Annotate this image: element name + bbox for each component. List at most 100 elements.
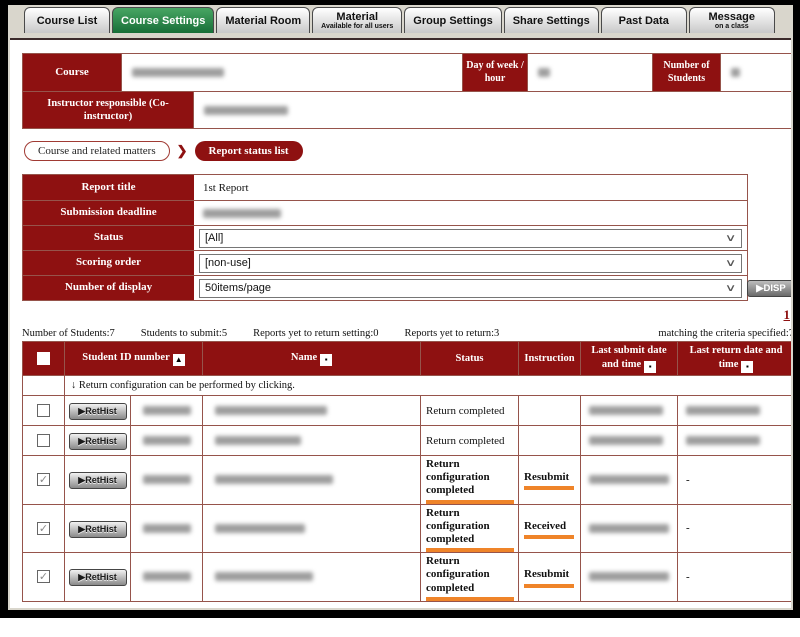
display-count-label: Number of display	[23, 276, 194, 300]
tab-past-data[interactable]: Past Data	[601, 7, 687, 33]
instruction-highlight-underline	[524, 584, 574, 588]
last-submit-redacted	[581, 553, 678, 602]
report-status-table: Student ID number▲ Name▪ Status Instruct…	[22, 341, 791, 602]
breadcrumb-course-related[interactable]: Course and related matters	[24, 141, 170, 161]
student-id-redacted	[131, 426, 203, 456]
last-return-redacted	[678, 396, 792, 426]
row-checkbox-checked[interactable]: ✓	[37, 473, 50, 486]
name-header: Name▪	[203, 342, 421, 376]
course-value-redacted	[122, 54, 463, 91]
submission-deadline-label: Submission deadline	[23, 201, 194, 225]
scoring-order-select[interactable]: [non-use] ∨	[199, 254, 742, 273]
tab-group-settings[interactable]: Group Settings	[404, 7, 501, 33]
student-name-redacted[interactable]	[203, 504, 421, 553]
report-title-row: Report title 1st Report	[23, 175, 747, 200]
instruction-highlight-underline	[524, 535, 574, 539]
last-submit-header: Last submit date and time▪	[581, 342, 678, 376]
last-return-header: Last return date and time▪	[678, 342, 792, 376]
breadcrumb: Course and related matters ❯ Report stat…	[24, 138, 781, 163]
last-submit-redacted	[581, 396, 678, 426]
table-note-row: ↓ Return configuration can be performed …	[23, 376, 792, 396]
select-all-header	[23, 342, 65, 376]
student-name-redacted[interactable]	[203, 456, 421, 505]
tab-message[interactable]: Messageon a class	[689, 7, 775, 33]
students-count-label: Number of Students	[653, 54, 721, 91]
summary-line: Number of Students:7 Students to submit:…	[22, 324, 791, 339]
last-return-redacted	[678, 426, 792, 456]
day-of-week-value-redacted	[528, 54, 653, 91]
tab-material-room[interactable]: Material Room	[216, 7, 310, 33]
instruction-cell	[519, 426, 581, 456]
tab-course-list[interactable]: Course List	[24, 7, 110, 33]
student-id-redacted	[131, 456, 203, 505]
row-checkbox[interactable]	[37, 434, 50, 447]
table-row: ▶RetHist Return completed	[23, 426, 792, 456]
rethist-button[interactable]: ▶RetHist	[69, 472, 127, 489]
submission-deadline-value-redacted	[194, 201, 747, 225]
summary-matching: matching the criteria specified:7	[658, 328, 791, 339]
course-info-row-1: Course Day of week / hour Number of Stud…	[23, 54, 791, 91]
page-1-link-top[interactable]: 1	[784, 307, 792, 322]
filter-section: Report title 1st Report Submission deadl…	[22, 174, 791, 301]
tab-share-settings[interactable]: Share Settings	[504, 7, 599, 33]
select-all-checkbox[interactable]	[37, 352, 50, 365]
row-checkbox-checked[interactable]: ✓	[37, 570, 50, 583]
pagination-bottom: 1	[22, 604, 791, 608]
tab-course-settings[interactable]: Course Settings	[112, 7, 214, 33]
instruction-highlight-underline	[524, 486, 574, 490]
status-highlight-underline	[426, 548, 514, 552]
instructor-value-redacted	[194, 92, 791, 128]
student-id-redacted	[131, 504, 203, 553]
instruction-header: Instruction	[519, 342, 581, 376]
display-count-select[interactable]: 50items/page ∨	[199, 279, 742, 298]
chevron-down-icon: ∨	[724, 283, 736, 294]
disp-button[interactable]: ▶DISP	[747, 280, 791, 297]
status-select[interactable]: [All] ∨	[199, 229, 742, 248]
status-cell: Return configuration completed	[421, 505, 518, 547]
status-filter-label: Status	[23, 226, 194, 250]
sort-icon[interactable]: ▪	[644, 361, 656, 373]
student-id-redacted	[131, 553, 203, 602]
day-of-week-label: Day of week / hour	[463, 54, 528, 91]
last-submit-redacted	[581, 456, 678, 505]
tab-material[interactable]: MaterialAvailable for all users	[312, 7, 402, 33]
status-header: Status	[421, 342, 519, 376]
sort-asc-icon[interactable]: ▲	[173, 354, 185, 366]
rethist-button[interactable]: ▶RetHist	[69, 403, 127, 420]
row-checkbox[interactable]	[37, 404, 50, 417]
rethist-button[interactable]: ▶RetHist	[69, 521, 127, 538]
instructor-label: Instructor responsible (Co-instructor)	[23, 92, 194, 128]
sort-icon[interactable]: ▪	[741, 361, 753, 373]
pagination-top: 1	[22, 306, 791, 323]
report-title-label: Report title	[23, 175, 194, 200]
instruction-cell: Resubmit	[519, 469, 580, 484]
status-filter-row: Status [All] ∨	[23, 225, 747, 250]
row-checkbox-checked[interactable]: ✓	[37, 522, 50, 535]
rethist-button[interactable]: ▶RetHist	[69, 433, 127, 450]
course-info-table: Course Day of week / hour Number of Stud…	[22, 53, 791, 129]
sort-icon[interactable]: ▪	[320, 354, 332, 366]
rethist-button[interactable]: ▶RetHist	[69, 569, 127, 586]
student-id-redacted	[131, 396, 203, 426]
status-cell: Return completed	[421, 403, 518, 418]
tab-bar: Course List Course Settings Material Roo…	[8, 5, 793, 33]
scoring-order-row: Scoring order [non-use] ∨	[23, 250, 747, 275]
filter-table: Report title 1st Report Submission deadl…	[22, 174, 748, 301]
student-id-header: Student ID number▲	[65, 342, 203, 376]
last-submit-redacted	[581, 426, 678, 456]
student-name-redacted[interactable]	[203, 396, 421, 426]
report-title-value: 1st Report	[199, 182, 249, 194]
student-name-redacted[interactable]	[203, 426, 421, 456]
table-row: ✓ ▶RetHist Return configuration complete…	[23, 504, 792, 553]
chevron-down-icon: ∨	[724, 258, 736, 269]
breadcrumb-separator-icon: ❯	[177, 143, 188, 159]
status-highlight-underline	[426, 500, 514, 504]
page-1-link-bottom[interactable]: 1	[784, 605, 792, 608]
students-count-value-redacted	[721, 54, 791, 91]
summary-to-submit: Students to submit:5	[141, 328, 227, 339]
summary-students: Number of Students:7	[22, 328, 115, 339]
status-cell: Return configuration completed	[421, 553, 518, 595]
table-header-row: Student ID number▲ Name▪ Status Instruct…	[23, 342, 792, 376]
student-name-redacted[interactable]	[203, 553, 421, 602]
status-cell: Return completed	[421, 433, 518, 448]
